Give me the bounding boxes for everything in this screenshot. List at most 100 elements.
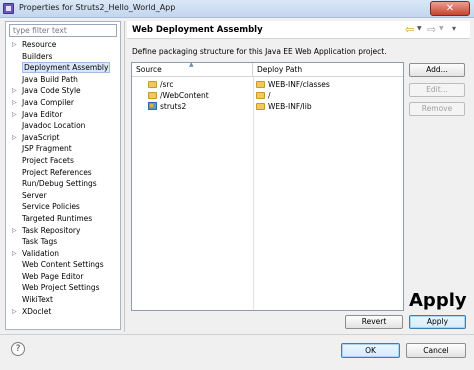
filter-input[interactable]: type filter text (9, 24, 117, 37)
title-bar: Properties for Struts2_Hello_World_App ✕ (0, 0, 474, 18)
pane-divider[interactable] (124, 21, 125, 332)
category-pane: type filter text ▷ Resource Builders Deploy… (5, 21, 121, 330)
chevron-down-icon[interactable]: ▼ (439, 25, 444, 32)
column-label: Deploy Path (257, 65, 303, 74)
source-cell: /src (148, 79, 173, 90)
tree-item-label: Project Facets (22, 155, 74, 165)
source-cell: struts2 (148, 101, 186, 112)
tree-item[interactable]: ▷ Resource (6, 39, 122, 51)
tree-item[interactable]: Java Build Path (6, 74, 122, 86)
expand-arrow-icon[interactable]: ▷ (12, 85, 17, 97)
deploy-path-cell: WEB-INF/classes (256, 79, 330, 90)
tree-item[interactable]: Task Tags (6, 236, 122, 248)
tree-item[interactable]: Javadoc Location (6, 120, 122, 132)
chevron-down-icon[interactable]: ▼ (417, 25, 422, 32)
table-row[interactable]: /src WEB-INF/classes (132, 79, 403, 90)
table-header: Source ▲ Deploy Path (132, 61, 403, 77)
cancel-button[interactable]: Cancel (406, 343, 466, 358)
source-cell: /WebContent (148, 90, 209, 101)
back-arrow-icon[interactable]: ⇦ (405, 23, 414, 36)
expand-arrow-icon[interactable]: ▷ (12, 97, 17, 109)
tree-item-label: Service Policies (22, 202, 80, 212)
tree-item-label: Web Page Editor (22, 271, 84, 281)
tree-item-label: WikiText (22, 295, 53, 305)
assembly-table: Source ▲ Deploy Path /src WEB-INF/classe… (131, 61, 404, 311)
column-label: Source (136, 65, 162, 74)
view-menu-icon[interactable]: ▾ (452, 24, 456, 33)
tree-item[interactable]: Project Facets (6, 155, 122, 167)
folder-icon (256, 91, 265, 99)
edit-button[interactable]: Edit... (409, 83, 465, 97)
tree-item-label: Deployment Assembly (22, 62, 111, 74)
tree-item[interactable]: ▷ XDoclet (6, 306, 122, 318)
tree-item-label: Targeted Runtimes (22, 213, 93, 223)
folder-icon (148, 91, 157, 99)
column-header-deploy-path[interactable]: Deploy Path (253, 63, 403, 77)
tree-item[interactable]: Web Project Settings (6, 282, 122, 294)
deploy-path-label: WEB-INF/lib (268, 102, 312, 111)
tree-item-label: JSP Fragment (22, 144, 72, 154)
tree-item-label: Web Project Settings (22, 283, 100, 293)
tree-item-label: Web Content Settings (22, 260, 104, 270)
tree-item-label: Task Repository (22, 225, 81, 235)
tree-item-label: Java Compiler (22, 97, 74, 107)
tree-item[interactable]: ▷ JavaScript (6, 132, 122, 144)
tree-item[interactable]: Deployment Assembly (6, 62, 122, 74)
app-icon (3, 3, 14, 14)
expand-arrow-icon[interactable]: ▷ (12, 306, 17, 318)
table-row[interactable]: struts2 WEB-INF/lib (132, 101, 403, 112)
tree-item-label: Java Build Path (22, 74, 78, 84)
help-icon[interactable]: ? (11, 342, 25, 356)
window-title: Properties for Struts2_Hello_World_App (19, 3, 176, 12)
tree-item[interactable]: ▷ Java Editor (6, 109, 122, 121)
tree-item[interactable]: Project References (6, 167, 122, 179)
revert-button[interactable]: Revert (345, 315, 403, 329)
tree-item-label: Javadoc Location (22, 121, 86, 131)
source-label: /src (160, 80, 174, 89)
tree-item-label: Run/Debug Settings (22, 179, 97, 189)
tree-item-label: Builders (22, 51, 53, 61)
remove-button[interactable]: Remove (409, 102, 465, 116)
tree-item[interactable]: Web Page Editor (6, 271, 122, 283)
tree-item[interactable]: Web Content Settings (6, 259, 122, 271)
tree-item[interactable]: JSP Fragment (6, 143, 122, 155)
deploy-path-cell: / (256, 90, 271, 101)
tree-item[interactable]: ▷ Java Code Style (6, 85, 122, 97)
deploy-path-label: WEB-INF/classes (268, 80, 330, 89)
tree-item-label: Task Tags (22, 237, 58, 247)
ok-button[interactable]: OK (341, 343, 400, 358)
source-label: struts2 (160, 102, 187, 111)
tree-item[interactable]: ▷ Task Repository (6, 225, 122, 237)
tree-item[interactable]: Targeted Runtimes (6, 213, 122, 225)
tree-item-label: JavaScript (22, 132, 60, 142)
table-row[interactable]: /WebContent / (132, 90, 403, 101)
tree-item[interactable]: ▷ Validation (6, 248, 122, 260)
tree-item[interactable]: Run/Debug Settings (6, 178, 122, 190)
page-title: Web Deployment Assembly (132, 25, 263, 35)
folder-icon (256, 102, 265, 110)
apply-annotation: Apply (409, 290, 467, 311)
forward-arrow-icon[interactable]: ⇨ (427, 23, 436, 36)
deploy-path-label: / (268, 91, 271, 100)
tree-item[interactable]: ▷ Java Compiler (6, 97, 122, 109)
expand-arrow-icon[interactable]: ▷ (12, 225, 17, 237)
tree-item[interactable]: Server (6, 190, 122, 202)
apply-button[interactable]: Apply (409, 315, 466, 329)
source-label: /WebContent (160, 91, 209, 100)
category-tree: ▷ Resource Builders Deployment Assembly Java… (6, 39, 122, 317)
tree-item-label: Resource (22, 40, 57, 49)
close-button[interactable]: ✕ (430, 1, 470, 16)
page-description: Define packaging structure for this Java… (132, 47, 387, 56)
add-button[interactable]: Add... (409, 63, 465, 77)
tree-item-label: Server (22, 190, 47, 200)
tree-item-label: Java Editor (22, 109, 63, 119)
tree-item-label: XDoclet (22, 306, 52, 316)
expand-arrow-icon[interactable]: ▷ (12, 132, 17, 144)
tree-item[interactable]: Builders (6, 51, 122, 63)
tree-item[interactable]: WikiText (6, 294, 122, 306)
expand-arrow-icon[interactable]: ▷ (12, 109, 17, 121)
expand-arrow-icon[interactable]: ▷ (12, 248, 17, 260)
tree-item[interactable]: Service Policies (6, 201, 122, 213)
expand-arrow-icon[interactable]: ▷ (12, 39, 17, 51)
column-header-source[interactable]: Source ▲ (132, 61, 253, 77)
